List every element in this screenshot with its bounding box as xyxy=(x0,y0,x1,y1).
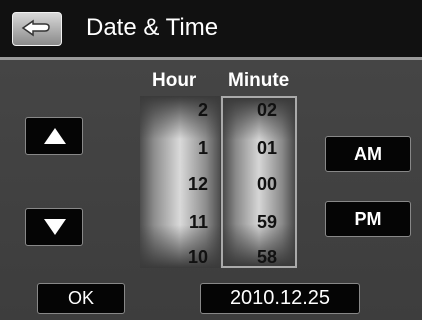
triangle-down-icon xyxy=(44,219,66,235)
hour-option[interactable]: 1 xyxy=(198,138,208,159)
page-title: Date & Time xyxy=(86,14,219,41)
minute-label: Minute xyxy=(228,70,290,91)
title-bar: Date & Time xyxy=(0,0,422,60)
date-button[interactable]: 2010.12.25 xyxy=(200,283,360,314)
minute-option[interactable]: 59 xyxy=(257,212,277,233)
down-button[interactable] xyxy=(25,208,83,246)
back-arrow-icon xyxy=(21,19,50,37)
back-button[interactable] xyxy=(12,12,62,46)
hour-option[interactable]: 2 xyxy=(198,100,208,121)
hour-wheel[interactable]: 2 1 12 11 10 xyxy=(140,96,220,268)
minute-option[interactable]: 58 xyxy=(257,247,277,268)
ok-button[interactable]: OK xyxy=(37,283,125,314)
hour-option[interactable]: 10 xyxy=(188,247,208,268)
minute-wheel[interactable]: 02 01 00 59 58 xyxy=(221,96,297,268)
up-button[interactable] xyxy=(25,117,83,155)
hour-label: Hour xyxy=(152,70,197,91)
triangle-up-icon xyxy=(44,128,66,144)
pm-button[interactable]: PM xyxy=(325,201,411,237)
date-time-screen: Date & Time Hour Minute 2 1 12 11 10 02 … xyxy=(0,0,422,320)
minute-option-selected[interactable]: 00 xyxy=(257,174,277,195)
hour-option[interactable]: 11 xyxy=(189,212,208,233)
am-button[interactable]: AM xyxy=(325,136,411,172)
minute-option[interactable]: 02 xyxy=(257,100,277,121)
hour-option-selected[interactable]: 12 xyxy=(188,174,208,195)
minute-option[interactable]: 01 xyxy=(257,138,277,159)
